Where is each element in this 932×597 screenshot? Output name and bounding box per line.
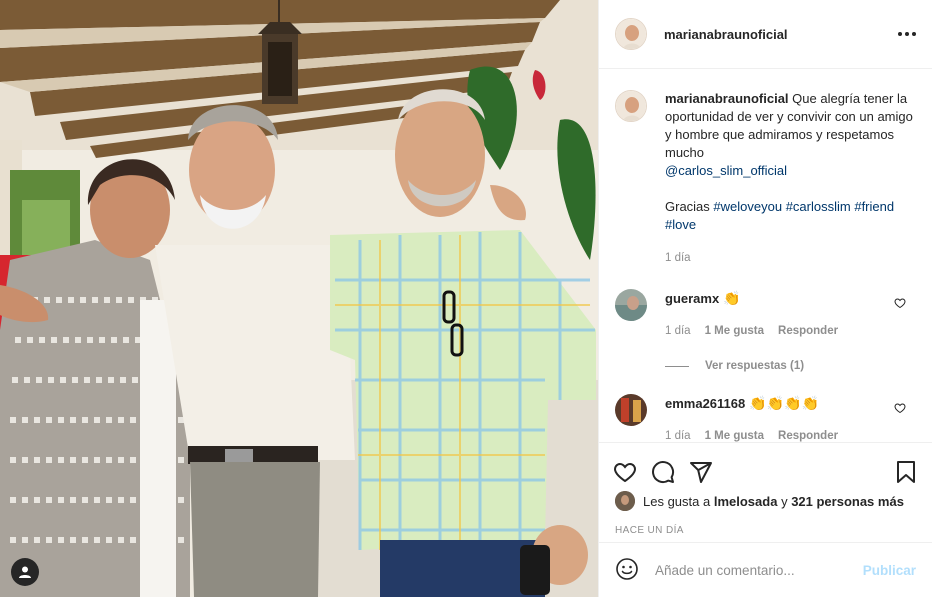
view-replies-button[interactable]: Ver respuestas (1) (665, 360, 932, 372)
clap-emoji: 👏👏👏👏 (749, 395, 819, 411)
comment-username[interactable]: emma261168 (665, 396, 745, 411)
reply-button[interactable]: Responder (778, 322, 838, 340)
post-photo[interactable] (0, 0, 598, 597)
caption-time: 1 día (665, 252, 691, 264)
comment-username[interactable]: gueramx (665, 291, 719, 306)
clap-emoji: 👏 (723, 290, 741, 306)
header-username[interactable]: marianabraunoficial (664, 27, 898, 42)
post-side-panel: marianabraunoficial marianabraunoficial … (598, 0, 932, 597)
post-header: marianabraunoficial (599, 0, 932, 69)
hashtag[interactable]: #love (665, 217, 696, 232)
avatar[interactable] (615, 289, 647, 321)
likes-summary: Les gusta a lmelosada y 321 personas más (599, 491, 932, 511)
share-icon[interactable] (689, 460, 713, 484)
likes-connector: y (781, 493, 788, 509)
user-tag-icon[interactable] (11, 558, 39, 586)
hashtag[interactable]: #friend (854, 199, 894, 214)
reply-button[interactable]: Responder (778, 427, 838, 442)
view-replies-label: Ver respuestas (1) (705, 360, 805, 372)
publish-button[interactable]: Publicar (863, 563, 916, 578)
avatar[interactable] (615, 394, 647, 426)
post-actions: Les gusta a lmelosada y 321 personas más… (599, 442, 932, 536)
more-options-icon[interactable] (898, 32, 916, 36)
hashtag[interactable]: #weloveyou (713, 199, 782, 214)
hashtag[interactable]: #carlosslim (786, 199, 851, 214)
emoji-icon[interactable] (615, 557, 639, 584)
comment-time[interactable]: 1 día (665, 322, 691, 340)
comment-input[interactable]: Añade un comentario... (655, 563, 863, 578)
comment-likes[interactable]: 1 Me gusta (705, 322, 764, 340)
list-item: emma261168 👏👏👏👏 1 día 1 Me gusta Responde… (599, 394, 932, 442)
likes-prefix: Les gusta a (643, 493, 711, 509)
comment-icon[interactable] (651, 460, 675, 484)
caption-mention[interactable]: @carlos_slim_official (665, 163, 787, 178)
heart-icon[interactable] (613, 460, 637, 484)
post-image (0, 0, 598, 597)
heart-icon[interactable] (894, 297, 906, 312)
likes-others[interactable]: 321 personas más (791, 494, 904, 509)
heart-icon[interactable] (894, 402, 906, 417)
caption-username[interactable]: marianabraunoficial (665, 91, 789, 106)
bookmark-icon[interactable] (894, 460, 918, 484)
avatar[interactable] (615, 90, 647, 122)
comment-composer: Añade un comentario... Publicar (599, 542, 932, 597)
likes-user[interactable]: lmelosada (714, 494, 778, 509)
comment-time[interactable]: 1 día (665, 427, 691, 442)
post-caption: marianabraunoficial Que alegría tener la… (599, 70, 932, 267)
comments-list[interactable]: marianabraunoficial Que alegría tener la… (599, 70, 932, 442)
comment-likes[interactable]: 1 Me gusta (705, 427, 764, 442)
posted-ago[interactable]: HACE UN DÍA (599, 525, 932, 536)
avatar[interactable] (615, 491, 635, 511)
replies-divider (665, 365, 689, 367)
caption-gracias: Gracias (665, 199, 710, 214)
avatar[interactable] (615, 18, 647, 50)
list-item: gueramx 👏 1 día 1 Me gusta Responder (599, 289, 932, 340)
